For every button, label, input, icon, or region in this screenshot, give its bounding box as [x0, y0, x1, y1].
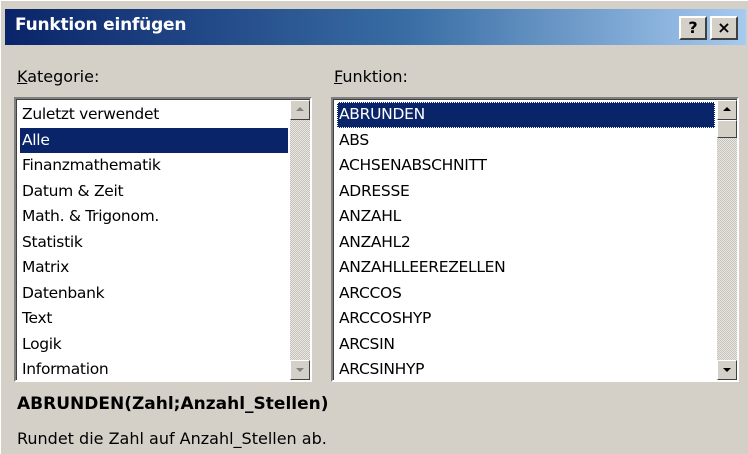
function-list-item[interactable]: ABRUNDEN — [337, 102, 715, 128]
function-description: Rundet die Zahl auf Anzahl_Stellen ab. — [17, 429, 327, 448]
category-scrollbar[interactable] — [290, 100, 310, 380]
category-list-item[interactable]: Logik — [20, 332, 288, 358]
category-label-text: ategorie: — [27, 67, 100, 86]
scroll-up-icon — [723, 107, 731, 111]
function-list-item[interactable]: ANZAHL — [337, 204, 715, 230]
category-listbox[interactable]: Zuletzt verwendet Alle Finanzmathematik Dat… — [14, 97, 312, 382]
function-scroll-down-button[interactable] — [717, 360, 737, 380]
scroll-down-icon — [723, 368, 731, 372]
function-scroll-up-button[interactable] — [717, 100, 737, 120]
category-list-item[interactable]: Zuletzt verwendet — [20, 102, 288, 128]
category-list-item[interactable]: Math. & Trigonom. — [20, 204, 288, 230]
title-bar: Funktion einfügen ? × — [5, 9, 746, 45]
category-list-item[interactable]: Finanzmathematik — [20, 153, 288, 179]
function-label: Funktion: — [334, 67, 408, 86]
category-list-item[interactable]: Alle — [20, 127, 288, 153]
function-scroll-thumb[interactable] — [717, 120, 737, 138]
scroll-down-icon — [296, 368, 304, 372]
function-items: ABRUNDEN ABS ACHSENABSCHNITT ADRESSE ANZAHL A… — [337, 102, 715, 380]
function-list-item[interactable]: ABS — [337, 128, 715, 154]
category-scroll-down-button — [290, 360, 310, 380]
function-list-item[interactable]: ARCSIN — [337, 332, 715, 358]
function-listbox[interactable]: ABRUNDEN ABS ACHSENABSCHNITT ADRESSE ANZAHL A… — [331, 97, 739, 382]
category-list-item[interactable]: Datum & Zeit — [20, 179, 288, 205]
function-list-item[interactable]: ANZAHLLEEREZELLEN — [337, 255, 715, 281]
function-list-item[interactable]: ADRESSE — [337, 179, 715, 205]
function-list-item[interactable]: ARCCOSHYP — [337, 306, 715, 332]
function-list-item[interactable]: ANZAHL2 — [337, 230, 715, 256]
function-list-item[interactable]: ARCCOS — [337, 281, 715, 307]
category-list-item[interactable]: Statistik — [20, 230, 288, 256]
function-list-item[interactable]: ACHSENABSCHNITT — [337, 153, 715, 179]
help-button[interactable]: ? — [679, 16, 707, 40]
category-items: Zuletzt verwendet Alle Finanzmathematik Dat… — [20, 102, 288, 380]
category-list-item[interactable]: Datenbank — [20, 281, 288, 307]
category-scroll-up-button — [290, 100, 310, 120]
window-title: Funktion einfügen — [15, 15, 187, 35]
function-scrollbar[interactable] — [717, 100, 737, 380]
category-label-mnemonic: K — [17, 67, 28, 86]
close-button[interactable]: × — [710, 16, 738, 40]
scroll-up-icon — [296, 107, 304, 111]
category-list-item[interactable]: Matrix — [20, 255, 288, 281]
category-label: Kategorie: — [17, 67, 99, 86]
function-syntax: ABRUNDEN(Zahl;Anzahl_Stellen) — [17, 394, 329, 414]
category-list-item[interactable]: Text — [20, 306, 288, 332]
function-list-item[interactable]: ARCSINHYP — [337, 357, 715, 380]
category-list-item[interactable]: Information — [20, 357, 288, 380]
function-label-text: unktion: — [342, 67, 408, 86]
insert-function-dialog: Funktion einfügen ? × Kategorie: Funktio… — [0, 0, 748, 454]
